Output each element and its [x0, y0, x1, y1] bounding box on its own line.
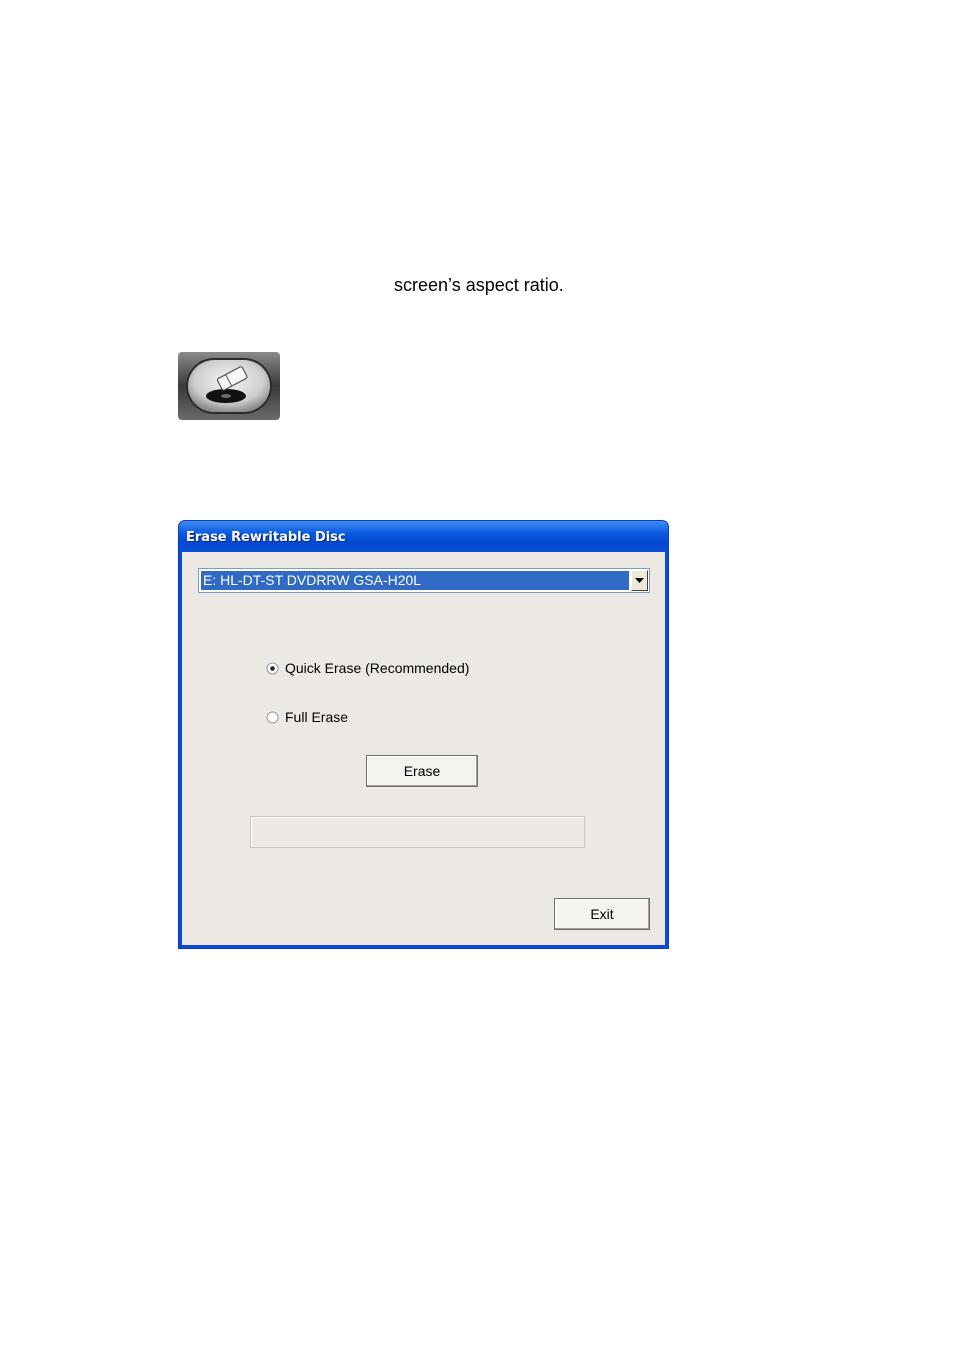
quick-erase-radio[interactable]: Quick Erase (Recommended) — [266, 659, 469, 677]
dialog-title-bar[interactable]: Erase Rewritable Disc — [179, 521, 668, 552]
dialog-title: Erase Rewritable Disc — [186, 530, 346, 545]
dialog-client-area: E: HL-DT-ST DVDRRW GSA-H20L Quick Erase … — [182, 552, 665, 945]
full-erase-label: Full Erase — [285, 709, 349, 725]
erase-dialog: Erase Rewritable Disc E: HL-DT-ST DVDRRW… — [178, 520, 669, 949]
exit-button[interactable]: Exit — [554, 898, 650, 930]
quick-erase-label: Quick Erase (Recommended) — [285, 660, 470, 676]
drive-select[interactable]: E: HL-DT-ST DVDRRW GSA-H20L — [198, 568, 650, 593]
erase-button[interactable]: Erase — [366, 755, 478, 787]
erase-disc-icon[interactable] — [178, 352, 280, 420]
chevron-down-icon — [635, 578, 644, 583]
dropdown-arrow-button[interactable] — [631, 570, 648, 591]
full-erase-radio[interactable]: Full Erase — [266, 708, 348, 726]
erase-progress-bar — [250, 816, 585, 848]
radio-unchecked-icon — [266, 711, 279, 723]
document-text: screen’s aspect ratio. — [394, 275, 564, 295]
radio-checked-icon — [266, 662, 279, 674]
drive-select-value: E: HL-DT-ST DVDRRW GSA-H20L — [201, 571, 629, 590]
